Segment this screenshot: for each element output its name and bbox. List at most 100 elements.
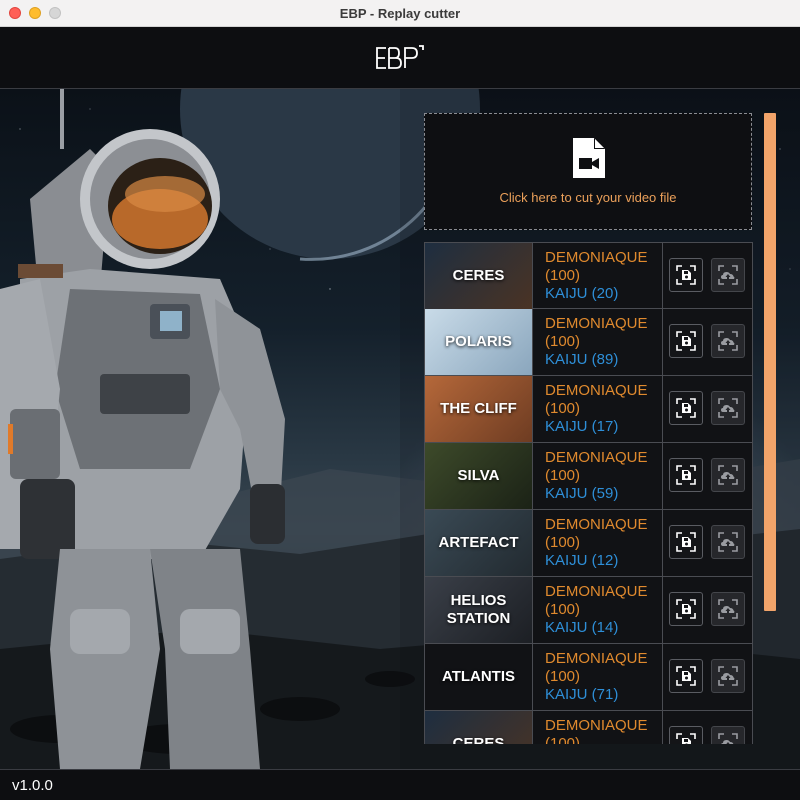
team-a-score: (100): [545, 534, 581, 551]
cloud-upload-icon: [718, 532, 738, 552]
video-file-icon: [573, 138, 605, 178]
row-actions: [663, 376, 754, 442]
save-replay-button[interactable]: [669, 458, 703, 492]
save-replay-button[interactable]: [669, 659, 703, 693]
app-header: [0, 27, 800, 89]
match-teams: DEMONIAQUE (100) KAIJU (12): [533, 510, 663, 576]
version-label: v1.0.0: [12, 777, 53, 794]
video-dropzone[interactable]: Click here to cut your video file: [424, 113, 752, 230]
upload-replay-button[interactable]: [711, 258, 745, 292]
row-actions: [663, 577, 754, 643]
ebp-logo: [376, 45, 424, 69]
team-b-name-score: KAIJU (89): [545, 351, 619, 368]
row-actions: [663, 243, 754, 309]
team-a-score: (100): [545, 735, 581, 744]
team-a-score: (100): [545, 400, 581, 417]
upload-replay-button[interactable]: [711, 324, 745, 358]
team-b-name-score: KAIJU (12): [545, 552, 619, 569]
save-icon: [676, 331, 696, 351]
team-b-name-score: KAIJU (71): [545, 686, 619, 703]
cloud-upload-icon: [718, 331, 738, 351]
map-name: CERES: [452, 267, 505, 284]
match-teams: DEMONIAQUE (100) KAIJU (59): [533, 443, 663, 509]
map-thumbnail: ARTEFACT: [425, 510, 533, 576]
save-icon: [676, 532, 696, 552]
map-thumbnail: POLARIS: [425, 309, 533, 375]
upload-replay-button[interactable]: [711, 458, 745, 492]
replay-list[interactable]: CERES DEMONIAQUE (100) KAIJU (20) POLARIS DEM…: [424, 242, 754, 744]
match-teams: DEMONIAQUE (100) KAIJU (14): [533, 577, 663, 643]
replay-row: ATLANTIS DEMONIAQUE (100) KAIJU (71): [424, 644, 753, 711]
team-a-name: DEMONIAQUE: [545, 449, 648, 466]
map-name: SILVA: [457, 467, 500, 484]
team-a-score: (100): [545, 333, 581, 350]
team-a-score: (100): [545, 601, 581, 618]
map-thumbnail: HELIOS STATION: [425, 577, 533, 643]
team-a-score: (100): [545, 267, 581, 284]
row-actions: [663, 644, 754, 710]
cloud-upload-icon: [718, 265, 738, 285]
footer: v1.0.0: [0, 769, 800, 800]
save-icon: [676, 465, 696, 485]
team-b-name-score: KAIJU (17): [545, 418, 619, 435]
map-thumbnail: SILVA: [425, 443, 533, 509]
replay-row: ARTEFACT DEMONIAQUE (100) KAIJU (12): [424, 510, 753, 577]
upload-replay-button[interactable]: [711, 391, 745, 425]
team-a-score: (100): [545, 467, 581, 484]
replay-row: CERES DEMONIAQUE (100) KAIJU (20): [424, 242, 753, 309]
save-replay-button[interactable]: [669, 258, 703, 292]
map-thumbnail: CERES: [425, 711, 533, 744]
team-b-name-score: KAIJU (59): [545, 485, 619, 502]
save-replay-button[interactable]: [669, 726, 703, 744]
map-name: HELIOS STATION: [446, 592, 511, 627]
team-a-score: (100): [545, 668, 581, 685]
cloud-upload-icon: [718, 733, 738, 744]
match-teams: DEMONIAQUE (100): [533, 711, 663, 744]
replay-row: CERES DEMONIAQUE (100): [424, 711, 753, 744]
team-b-name-score: KAIJU (20): [545, 285, 619, 302]
save-replay-button[interactable]: [669, 525, 703, 559]
upload-replay-button[interactable]: [711, 592, 745, 626]
replay-row: THE CLIFF DEMONIAQUE (100) KAIJU (17): [424, 376, 753, 443]
save-icon: [676, 398, 696, 418]
map-name: ATLANTIS: [441, 668, 516, 685]
title-bar: EBP - Replay cutter: [0, 0, 800, 27]
map-thumbnail: ATLANTIS: [425, 644, 533, 710]
save-replay-button[interactable]: [669, 592, 703, 626]
map-thumbnail: THE CLIFF: [425, 376, 533, 442]
cloud-upload-icon: [718, 398, 738, 418]
save-icon: [676, 666, 696, 686]
cloud-upload-icon: [718, 599, 738, 619]
map-thumbnail: CERES: [425, 243, 533, 309]
team-a-name: DEMONIAQUE: [545, 249, 648, 266]
save-icon: [676, 599, 696, 619]
save-icon: [676, 733, 696, 744]
upload-replay-button[interactable]: [711, 525, 745, 559]
match-teams: DEMONIAQUE (100) KAIJU (71): [533, 644, 663, 710]
save-replay-button[interactable]: [669, 324, 703, 358]
scrollbar[interactable]: [764, 113, 776, 611]
cloud-upload-icon: [718, 465, 738, 485]
save-replay-button[interactable]: [669, 391, 703, 425]
team-a-name: DEMONIAQUE: [545, 717, 648, 734]
team-a-name: DEMONIAQUE: [545, 583, 648, 600]
match-teams: DEMONIAQUE (100) KAIJU (89): [533, 309, 663, 375]
team-a-name: DEMONIAQUE: [545, 650, 648, 667]
row-actions: [663, 443, 754, 509]
window-title: EBP - Replay cutter: [339, 6, 461, 21]
replay-row: SILVA DEMONIAQUE (100) KAIJU (59): [424, 443, 753, 510]
replay-row: HELIOS STATION DEMONIAQUE (100) KAIJU (14): [424, 577, 753, 644]
row-actions: [663, 711, 754, 744]
row-actions: [663, 309, 754, 375]
team-a-name: DEMONIAQUE: [545, 516, 648, 533]
cloud-upload-icon: [718, 666, 738, 686]
row-actions: [663, 510, 754, 576]
match-teams: DEMONIAQUE (100) KAIJU (17): [533, 376, 663, 442]
upload-replay-button[interactable]: [711, 726, 745, 744]
dropzone-label: Click here to cut your video file: [499, 190, 677, 205]
replay-row: POLARIS DEMONIAQUE (100) KAIJU (89): [424, 309, 753, 376]
map-name: ARTEFACT: [438, 534, 519, 551]
upload-replay-button[interactable]: [711, 659, 745, 693]
map-name: CERES: [452, 735, 505, 744]
app-window: EBP - Replay cutter Click here to cut yo…: [0, 0, 800, 800]
